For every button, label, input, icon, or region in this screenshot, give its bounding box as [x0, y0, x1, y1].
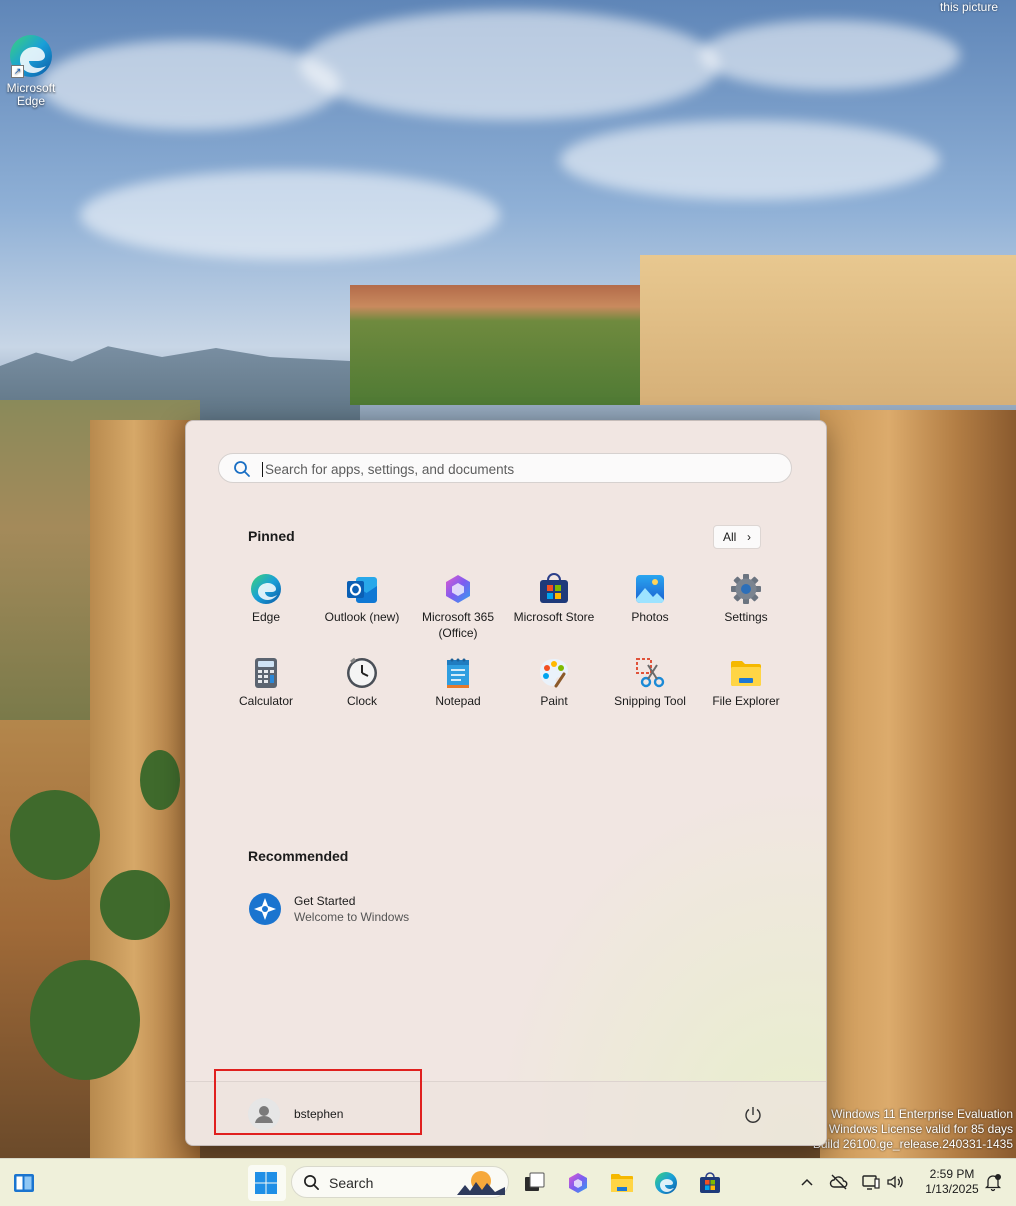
- show-hidden-icons-button[interactable]: [797, 1172, 817, 1192]
- search-icon: [304, 1175, 319, 1190]
- taskbar-store-button[interactable]: [692, 1165, 728, 1201]
- evaluation-watermark: Windows 11 Enterprise Evaluation Windows…: [813, 1107, 1013, 1152]
- taskbar-search-label: Search: [329, 1175, 374, 1191]
- chevron-right-icon: ›: [747, 530, 751, 544]
- app-label: Notepad: [435, 694, 481, 708]
- windows-logo-icon: [255, 1172, 277, 1194]
- pinned-app-edge[interactable]: Edge: [218, 572, 314, 625]
- paint-icon: [537, 656, 571, 690]
- pinned-app-snipping-tool[interactable]: Snipping Tool: [602, 656, 698, 709]
- app-label: Edge: [251, 610, 281, 624]
- recommended-item-title: Get Started: [294, 894, 356, 908]
- all-apps-button[interactable]: All ›: [713, 525, 761, 549]
- app-label: Photos: [631, 610, 669, 624]
- network-icon: [862, 1175, 880, 1190]
- store-icon: [537, 572, 571, 606]
- clock-date: 1/13/2025: [925, 1182, 979, 1196]
- app-label: Microsoft Store: [513, 610, 595, 624]
- notepad-icon: [441, 656, 475, 690]
- recommended-item-subtitle: Welcome to Windows: [294, 910, 410, 924]
- start-button[interactable]: [248, 1165, 286, 1201]
- gear-icon: [729, 572, 763, 606]
- app-label: Clock: [346, 694, 377, 708]
- volume-button[interactable]: [885, 1172, 905, 1192]
- onedrive-status-button[interactable]: [829, 1172, 849, 1192]
- m365-icon: [441, 572, 475, 606]
- pinned-app-calculator[interactable]: Calculator: [218, 656, 314, 709]
- pinned-app-photos[interactable]: Photos: [602, 572, 698, 625]
- photos-icon: [633, 572, 667, 606]
- pinned-app-notepad[interactable]: Notepad: [410, 656, 506, 709]
- highlight-box-user-account: [214, 1069, 422, 1135]
- app-label: Microsoft 365 (Office): [421, 610, 495, 640]
- start-menu: Pinned All › Edge Outlook (new) Microsof…: [185, 420, 827, 1146]
- watermark-line-edition: Windows 11 Enterprise Evaluation: [831, 1107, 1013, 1121]
- app-label: Outlook (new): [324, 610, 400, 624]
- app-label: Calculator: [238, 694, 294, 708]
- pinned-app-clock[interactable]: Clock: [314, 656, 410, 709]
- taskbar: Search 2:59 PM 1/13/2025: [0, 1158, 1016, 1206]
- app-label: Paint: [540, 694, 568, 708]
- app-label: Snipping Tool: [614, 694, 686, 708]
- outlook-icon: [345, 572, 379, 606]
- taskbar-copilot-button[interactable]: [560, 1165, 596, 1201]
- power-button[interactable]: [742, 1104, 764, 1126]
- clock-time: 2:59 PM: [929, 1167, 975, 1181]
- desktop-icon-microsoft-edge[interactable]: ↗ Microsoft Edge: [2, 32, 60, 108]
- pinned-app-paint[interactable]: Paint: [506, 656, 602, 709]
- widgets-button[interactable]: [6, 1165, 42, 1201]
- speaker-icon: [887, 1175, 903, 1189]
- notifications-button[interactable]: [983, 1172, 1003, 1192]
- pinned-app-file-explorer[interactable]: File Explorer: [698, 656, 794, 709]
- chevron-up-icon: [801, 1178, 813, 1186]
- folder-icon: [611, 1174, 633, 1192]
- top-watermark-text: this picture: [939, 0, 998, 14]
- watermark-line-build: Build 26100.ge_release.240331-1435: [812, 1137, 1013, 1151]
- pinned-app-microsoft-store[interactable]: Microsoft Store: [506, 572, 602, 625]
- task-view-icon: [525, 1172, 545, 1191]
- pinned-app-settings[interactable]: Settings: [698, 572, 794, 625]
- recommended-item-get-started[interactable]: Get Started Welcome to Windows: [248, 891, 468, 927]
- watermark-line-license: Windows License valid for 85 days: [828, 1122, 1013, 1136]
- shortcut-arrow-icon: ↗: [11, 65, 24, 78]
- pinned-title: Pinned: [248, 528, 295, 544]
- network-button[interactable]: [861, 1172, 881, 1192]
- clock-icon: [345, 656, 379, 690]
- copilot-icon: [569, 1173, 587, 1193]
- folder-icon: [729, 656, 763, 690]
- power-icon: [745, 1107, 761, 1123]
- start-search-input[interactable]: [263, 459, 767, 480]
- search-icon: [234, 461, 250, 477]
- store-icon: [700, 1172, 720, 1193]
- edge-icon: [249, 572, 283, 606]
- app-label: Settings: [724, 610, 768, 624]
- notification-bell-icon: [984, 1174, 1002, 1192]
- start-search-box[interactable]: [218, 453, 792, 483]
- desktop-icon-label: Microsoft Edge: [6, 81, 56, 108]
- recommended-title: Recommended: [248, 848, 349, 864]
- app-label: File Explorer: [712, 694, 780, 708]
- get-started-icon: [248, 892, 282, 926]
- all-apps-label: All: [723, 530, 737, 544]
- snipping-tool-icon: [633, 656, 667, 690]
- pinned-app-outlook[interactable]: Outlook (new): [314, 572, 410, 625]
- edge-icon: ↗: [7, 32, 55, 80]
- taskbar-clock[interactable]: 2:59 PM 1/13/2025: [915, 1167, 989, 1197]
- calculator-icon: [249, 656, 283, 690]
- search-highlight-art-icon: [457, 1171, 505, 1195]
- taskbar-file-explorer-button[interactable]: [604, 1165, 640, 1201]
- taskbar-edge-button[interactable]: [648, 1165, 684, 1201]
- taskbar-search-box[interactable]: Search: [291, 1166, 509, 1198]
- widgets-icon: [14, 1174, 34, 1192]
- edge-icon: [655, 1172, 677, 1194]
- pinned-app-microsoft-365[interactable]: Microsoft 365 (Office): [410, 572, 506, 641]
- cloud-offline-icon: [829, 1174, 848, 1190]
- task-view-button[interactable]: [516, 1165, 552, 1201]
